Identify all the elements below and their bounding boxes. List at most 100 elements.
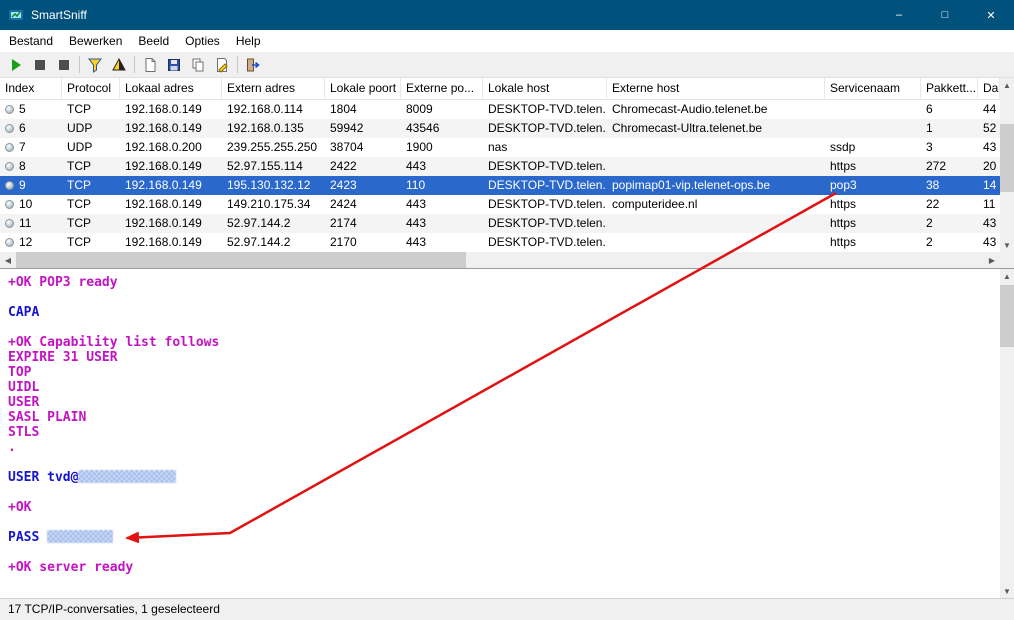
pause-icon [59,59,69,70]
detail-vertical-scrollbar[interactable]: ▲ ▼ [1000,269,1014,598]
exit-button[interactable] [241,54,265,76]
stop-capture-button[interactable] [28,54,52,76]
table-cell: 192.168.0.149 [125,178,202,192]
detail-vscroll-thumb[interactable] [1000,285,1014,347]
column-header-da[interactable]: Da [978,78,1000,100]
table-cell: DESKTOP-TVD.telen... [488,197,607,211]
status-text: 17 TCP/IP-conversaties, 1 geselecteerd [8,602,220,616]
table-row[interactable]: 9 TCP 192.168.0.149 195.130.132.12 2423 110 DE… [0,176,1000,195]
maximize-button[interactable]: □ [922,0,968,30]
table-cell: 11 [983,197,996,211]
table-cell: 7 [0,138,62,157]
table-cell: DESKTOP-TVD.telen... [488,216,607,230]
column-header-externe-host[interactable]: Externe host [607,78,825,100]
table-cell: 52.97.144.2 [227,216,291,230]
detail-line [8,485,994,500]
column-header-protocol[interactable]: Protocol [62,78,120,100]
table-cell: 195.130.132.12 [227,178,311,192]
table-cell: TCP [67,102,91,116]
table-cell: TCP [67,197,91,211]
clear-button[interactable] [138,54,162,76]
table-cell: 12 [0,233,62,252]
table-row[interactable]: 8 TCP 192.168.0.149 52.97.155.114 2422 443 DES… [0,157,1000,176]
capture-filter-button[interactable] [83,54,107,76]
column-header-externe-po-[interactable]: Externe po... [401,78,483,100]
minimize-button[interactable]: – [876,0,922,30]
table-cell: ssdp [830,140,856,154]
column-header-servicenaam[interactable]: Servicenaam [825,78,921,100]
table-cell: 2174 [330,216,357,230]
table-cell: 110 [406,178,426,192]
horizontal-scrollbar[interactable]: ◀ ▶ [0,252,1000,268]
table-cell: 192.168.0.135 [227,121,304,135]
table-cell: UDP [67,140,93,154]
menu-bewerken[interactable]: Bewerken [61,30,130,52]
table-cell: https [830,197,857,211]
detail-line: STLS [8,425,40,440]
table-row[interactable]: 5 TCP 192.168.0.149 192.168.0.114 1804 8009 DE… [0,100,1000,119]
table-cell [825,119,921,138]
detail-line: . [8,440,16,455]
scroll-down-arrow[interactable]: ▼ [1000,238,1014,252]
list-vertical-scrollbar[interactable]: ▲ ▼ [1000,78,1014,252]
column-header-lokaal-adres[interactable]: Lokaal adres [120,78,222,100]
detail-line [8,290,994,305]
detail-line: UIDL [8,380,40,395]
menu-beeld[interactable]: Beeld [130,30,177,52]
table-cell: 192.168.0.149 [125,216,202,230]
table-cell: 52 [983,121,997,135]
table-cell: 52.97.144.2 [227,235,291,249]
scroll-up-arrow[interactable]: ▲ [1000,269,1014,283]
column-header-lokale-host[interactable]: Lokale host [483,78,607,100]
menu-help[interactable]: Help [228,30,269,52]
table-cell: 52.97.155.114 [227,159,303,173]
connection-icon [5,181,14,190]
table-cell: DESKTOP-TVD.telen... [488,235,607,249]
conversation-pane: +OK POP3 ready CAPA +OK Capability list fo… [0,268,1014,598]
detail-line: SASL PLAIN [8,410,87,425]
menu-opties[interactable]: Opties [177,30,228,52]
pause-capture-button[interactable] [52,54,76,76]
scroll-left-arrow[interactable]: ◀ [0,252,16,268]
properties-button[interactable] [210,54,234,76]
table-cell: nas [488,140,508,154]
save-button[interactable] [162,54,186,76]
table-cell: 2170 [330,235,357,249]
scroll-right-arrow[interactable]: ▶ [984,252,1000,268]
scroll-up-arrow[interactable]: ▲ [1000,78,1014,92]
column-header-extern-adres[interactable]: Extern adres [222,78,325,100]
close-button[interactable]: ✕ [968,0,1014,30]
table-body: 5 TCP 192.168.0.149 192.168.0.114 1804 8009 DE… [0,100,1000,252]
column-header-lokale-poort[interactable]: Lokale poort [325,78,401,100]
table-row[interactable]: 7 UDP 192.168.0.200 239.255.255.250 38704 190… [0,138,1000,157]
redacted-text [47,530,114,543]
app-icon [9,10,23,20]
table-cell: 2 [926,216,933,230]
table-row[interactable]: 6 UDP 192.168.0.149 192.168.0.135 59942 43546… [0,119,1000,138]
menu-bar: Bestand Bewerken Beeld Opties Help [0,30,1014,52]
column-header-pakkett-[interactable]: Pakkett... [921,78,978,100]
list-vscroll-thumb[interactable] [1000,124,1014,192]
scrollbar-corner [1000,252,1014,268]
floppy-disk-icon [168,58,180,71]
table-cell: https [830,159,857,173]
table-cell: 443 [406,216,427,230]
funnel-icon [88,58,102,73]
copy-button[interactable] [186,54,210,76]
table-cell: DESKTOP-TVD.telen... [488,159,607,173]
connection-icon [5,124,14,133]
start-capture-button[interactable] [4,54,28,76]
column-header-index[interactable]: Index [0,78,62,100]
scroll-down-arrow[interactable]: ▼ [1000,584,1014,598]
table-row[interactable]: 11 TCP 192.168.0.149 52.97.144.2 2174 443 DESK… [0,214,1000,233]
display-filter-button[interactable] [107,54,131,76]
redacted-text [78,470,177,483]
copy-pages-icon [192,58,204,71]
table-cell: DESKTOP-TVD.telen... [488,178,607,192]
table-row[interactable]: 10 TCP 192.168.0.149 149.210.175.34 2424 443 D… [0,195,1000,214]
detail-text: +OK POP3 ready CAPA +OK Capability list fo… [8,275,994,575]
table-row[interactable]: 12 TCP 192.168.0.149 52.97.144.2 2170 443 DESK… [0,233,1000,252]
menu-bestand[interactable]: Bestand [1,30,61,52]
hscroll-thumb[interactable] [16,252,466,268]
table-cell: 20 [983,159,997,173]
